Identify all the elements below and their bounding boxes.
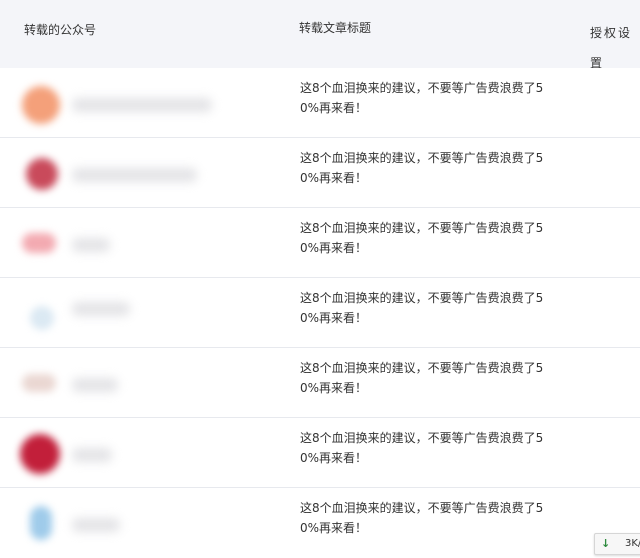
table-row[interactable]: 这8个血泪换来的建议，不要等广告费浪费了50%再来看！: [0, 138, 640, 208]
account-name-blurred: [72, 168, 197, 182]
account-name-blurred: [72, 302, 130, 316]
table-row[interactable]: 这8个血泪换来的建议，不要等广告费浪费了50%再来看！: [0, 348, 640, 418]
article-title[interactable]: 这8个血泪换来的建议，不要等广告费浪费了50%再来看！: [300, 428, 550, 468]
article-title[interactable]: 这8个血泪换来的建议，不要等广告费浪费了50%再来看！: [300, 288, 550, 328]
account-avatar: [26, 158, 58, 190]
account-avatar: [22, 86, 60, 124]
account-name-blurred: [72, 98, 212, 112]
table-header: 转载的公众号 转载文章标题 授权设置: [0, 0, 640, 70]
article-title[interactable]: 这8个血泪换来的建议，不要等广告费浪费了50%再来看！: [300, 498, 550, 538]
table-row[interactable]: 这8个血泪换来的建议，不要等广告费浪费了50%再来看！: [0, 68, 640, 138]
article-title[interactable]: 这8个血泪换来的建议，不要等广告费浪费了50%再来看！: [300, 78, 550, 118]
account-avatar: [30, 506, 52, 540]
table-row[interactable]: 这8个血泪换来的建议，不要等广告费浪费了50%再来看！: [0, 278, 640, 348]
account-name-blurred: [72, 378, 118, 392]
account-avatar: [22, 233, 56, 253]
table-row[interactable]: 这8个血泪换来的建议，不要等广告费浪费了50%再来看！: [0, 418, 640, 488]
account-name-blurred: [72, 448, 112, 462]
article-title[interactable]: 这8个血泪换来的建议，不要等广告费浪费了50%再来看！: [300, 148, 550, 188]
account-avatar: [20, 434, 60, 474]
article-title[interactable]: 这8个血泪换来的建议，不要等广告费浪费了50%再来看！: [300, 358, 550, 398]
table-row[interactable]: 这8个血泪换来的建议，不要等广告费浪费了50%再来看！: [0, 208, 640, 278]
account-name-blurred: [72, 238, 110, 252]
column-header-account: 转载的公众号: [24, 23, 97, 37]
download-arrow-icon: ↓: [601, 537, 611, 550]
download-speed-badge[interactable]: ↓ 3K/s: [594, 533, 640, 555]
account-avatar: [22, 374, 56, 392]
table-body: 这8个血泪换来的建议，不要等广告费浪费了50%再来看！ 这8个血泪换来的建议，不…: [0, 68, 640, 558]
article-title[interactable]: 这8个血泪换来的建议，不要等广告费浪费了50%再来看！: [300, 218, 550, 258]
download-speed-text: 3K/s: [625, 538, 640, 549]
account-avatar: [30, 306, 54, 330]
account-name-blurred: [72, 518, 120, 532]
column-header-article-title: 转载文章标题: [299, 21, 372, 35]
table-row[interactable]: 这8个血泪换来的建议，不要等广告费浪费了50%再来看！: [0, 488, 640, 558]
